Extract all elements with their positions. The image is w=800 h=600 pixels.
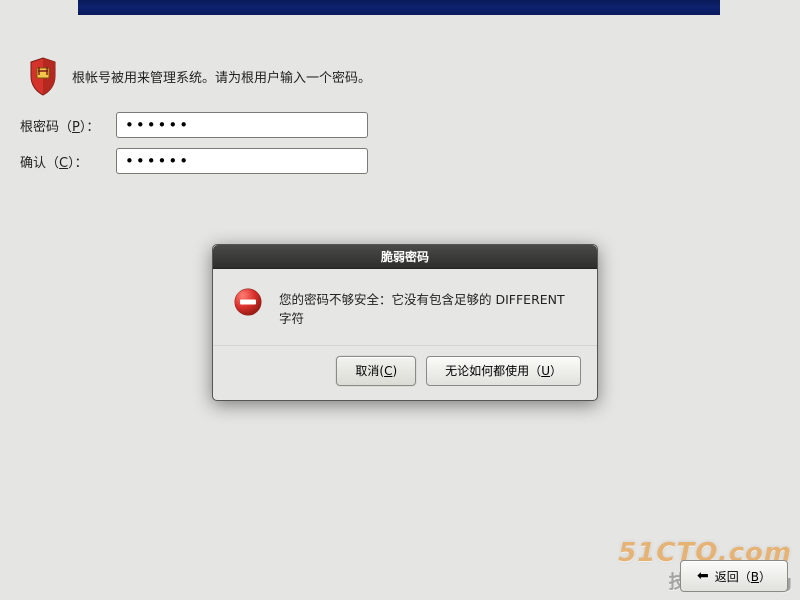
dialog-titlebar: 脆弱密码 <box>213 245 597 269</box>
dialog-message: 您的密码不够安全：它没有包含足够的 DIFFERENT 字符 <box>279 287 577 329</box>
arrow-left-icon: ⬅ <box>697 569 709 583</box>
confirm-password-input[interactable] <box>116 148 368 174</box>
weak-password-dialog: 脆弱密码 您的密码不够安全：它没有包含足够的 DIFFERENT 字符 取消(C… <box>212 244 598 401</box>
confirm-password-row: 确认（C）： <box>20 148 368 174</box>
password-form: 根密码（P）： 确认（C）： <box>20 112 368 184</box>
error-icon <box>233 287 263 321</box>
cancel-button[interactable]: 取消(C) <box>336 356 416 386</box>
root-password-row: 根密码（P）： <box>20 112 368 138</box>
use-anyway-button[interactable]: 无论如何都使用（U） <box>426 356 581 386</box>
back-button[interactable]: ⬅ 返回（B） <box>680 560 788 592</box>
root-password-input[interactable] <box>116 112 368 138</box>
dialog-buttons: 取消(C) 无论如何都使用（U） <box>213 346 597 400</box>
footer-nav: ⬅ 返回（B） <box>680 560 788 592</box>
header-text: 根帐号被用来管理系统。请为根用户输入一个密码。 <box>72 67 371 86</box>
root-password-label: 根密码（P）： <box>20 116 106 135</box>
header-row: 根帐号被用来管理系统。请为根用户输入一个密码。 <box>28 56 371 96</box>
confirm-password-label: 确认（C）： <box>20 152 106 171</box>
dialog-body: 您的密码不够安全：它没有包含足够的 DIFFERENT 字符 <box>213 269 597 346</box>
root-shield-icon <box>28 56 58 96</box>
dialog-title: 脆弱密码 <box>381 248 429 265</box>
installer-banner <box>78 0 720 15</box>
